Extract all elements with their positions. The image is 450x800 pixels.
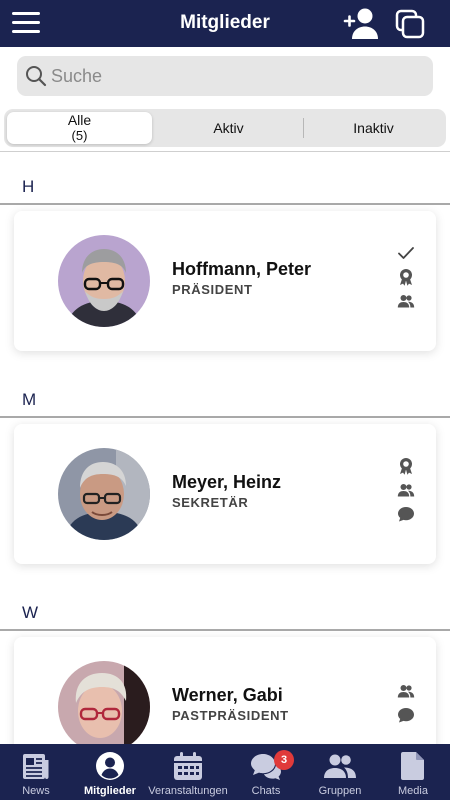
tab-label: Media	[398, 785, 428, 797]
member-filter: Alle (5) Aktiv Inaktiv	[4, 109, 446, 147]
filter-segment-all[interactable]: Alle (5)	[7, 112, 152, 144]
tab-label: Mitglieder	[84, 785, 136, 797]
tab-groups[interactable]: Gruppen	[304, 744, 376, 800]
tab-label: News	[22, 785, 50, 797]
checkmark-icon	[398, 247, 414, 259]
filter-segment-label: Aktiv	[213, 120, 244, 136]
tab-events[interactable]: Veranstaltungen	[148, 744, 228, 800]
award-icon	[400, 269, 412, 286]
divider	[0, 151, 450, 152]
group-icon	[397, 484, 415, 497]
calendar-icon	[174, 752, 202, 780]
section-divider	[0, 416, 450, 418]
member-name: Hoffmann, Peter	[172, 259, 312, 279]
news-icon	[23, 754, 49, 779]
filter-segment-label: Alle	[67, 112, 92, 128]
member-avatar	[58, 235, 150, 327]
add-member-icon[interactable]	[343, 6, 379, 40]
app-header: Mitglieder	[0, 0, 450, 47]
member-card[interactable]: Hoffmann, Peter PRÄSIDENT	[14, 211, 436, 351]
search-input[interactable]	[51, 65, 411, 87]
chats-badge: 3	[274, 750, 294, 770]
search-bar	[17, 56, 433, 96]
section-divider	[0, 629, 450, 631]
section-header-m: M	[22, 390, 37, 409]
tab-label: Chats	[251, 785, 281, 797]
tab-chats[interactable]: 3 Chats	[228, 744, 304, 800]
document-icon	[401, 752, 424, 780]
copy-icon[interactable]	[394, 8, 426, 40]
section-divider	[0, 203, 450, 205]
filter-segment-count: (5)	[71, 128, 88, 143]
tab-media[interactable]: Media	[376, 744, 450, 800]
filter-segment-inactive[interactable]: Inaktiv	[304, 112, 443, 144]
member-name: Meyer, Heinz	[172, 472, 282, 492]
tab-label: Gruppen	[318, 785, 362, 797]
filter-segment-active[interactable]: Aktiv	[154, 112, 303, 144]
filter-segment-label: Inaktiv	[353, 120, 394, 136]
member-avatar	[58, 448, 150, 540]
bottom-tab-bar: News Mitglieder Veranstaltungen 3 Chats	[0, 744, 450, 800]
section-header-w: W	[22, 603, 39, 622]
group-icon	[324, 754, 356, 778]
member-role: PRÄSIDENT	[172, 282, 253, 297]
section-header-h: H	[22, 177, 35, 196]
award-icon	[400, 458, 412, 475]
member-role: PASTPRÄSIDENT	[172, 708, 289, 723]
person-icon	[96, 752, 124, 780]
group-icon	[397, 295, 415, 308]
group-icon	[397, 685, 415, 698]
page-title: Mitglieder	[180, 12, 270, 33]
tab-label: Veranstaltungen	[148, 785, 228, 797]
member-avatar	[58, 661, 150, 753]
member-card[interactable]: Meyer, Heinz SEKRETÄR	[14, 424, 436, 564]
member-name: Werner, Gabi	[172, 685, 283, 705]
search-icon	[26, 66, 47, 87]
tab-members[interactable]: Mitglieder	[72, 744, 148, 800]
chat-icon	[398, 708, 414, 723]
chat-icon	[398, 507, 414, 522]
tab-news[interactable]: News	[0, 744, 72, 800]
member-role: SEKRETÄR	[172, 495, 249, 510]
